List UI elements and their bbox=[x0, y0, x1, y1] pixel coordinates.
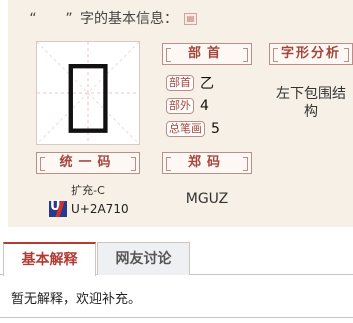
structure-label: 字形分析 bbox=[269, 43, 353, 65]
unicode-row: U U+2A710 bbox=[49, 199, 129, 217]
open-quote: “ bbox=[29, 11, 37, 27]
unicode-ext: 扩充-C bbox=[71, 184, 105, 197]
glyph-box: 𪜐 bbox=[36, 41, 140, 145]
close-quote: ” bbox=[65, 11, 73, 27]
structure-value: 左下包围结构 bbox=[276, 86, 346, 120]
explanation-text: 暂无解释，欢迎补充。 bbox=[11, 292, 142, 307]
char-info-panel: “ ” 字的基本信息： ▤ 𪜐 部首 字形分析 部首 乙 部外 4 总笔画 5 左下包… bbox=[8, 0, 353, 227]
radical-value: 乙 bbox=[200, 76, 214, 92]
total-strokes-value: 5 bbox=[211, 121, 220, 137]
zhengma-code: MGUZ bbox=[185, 191, 229, 207]
bottom-divider bbox=[0, 317, 353, 318]
unicode-code: U+2A710 bbox=[71, 202, 129, 216]
strokes-outside-row: 部外 4 bbox=[166, 97, 209, 115]
strokes-outside-value: 4 bbox=[200, 98, 209, 114]
radical-label: 部首 bbox=[162, 43, 252, 65]
zhengma-label: 郑码 bbox=[162, 152, 252, 174]
collapse-box-icon[interactable]: ▤ bbox=[184, 13, 197, 25]
tab-basic-explanation[interactable]: 基本解释 bbox=[3, 242, 96, 276]
total-strokes-row: 总笔画 5 bbox=[166, 120, 220, 138]
unicode-label: 统一码 bbox=[36, 152, 140, 174]
character-glyph: 𪜐 bbox=[64, 48, 112, 138]
heading-suffix: 字的基本信息： bbox=[80, 11, 178, 27]
unicode-logo-icon: U bbox=[49, 199, 67, 217]
strokes-outside-tag: 部外 bbox=[166, 98, 194, 114]
tab-user-discussion[interactable]: 网友讨论 bbox=[97, 242, 190, 275]
radical-row: 部首 乙 bbox=[166, 74, 214, 92]
total-strokes-tag: 总笔画 bbox=[166, 121, 205, 137]
info-heading: “ ” 字的基本信息： ▤ bbox=[22, 9, 197, 29]
zhengma-box: MGUZ bbox=[162, 174, 252, 220]
radical-tag: 部首 bbox=[166, 75, 194, 91]
explanation-tabs: 基本解释 网友讨论 bbox=[0, 238, 353, 276]
unicode-box: 扩充-C U U+2A710 bbox=[36, 174, 140, 220]
